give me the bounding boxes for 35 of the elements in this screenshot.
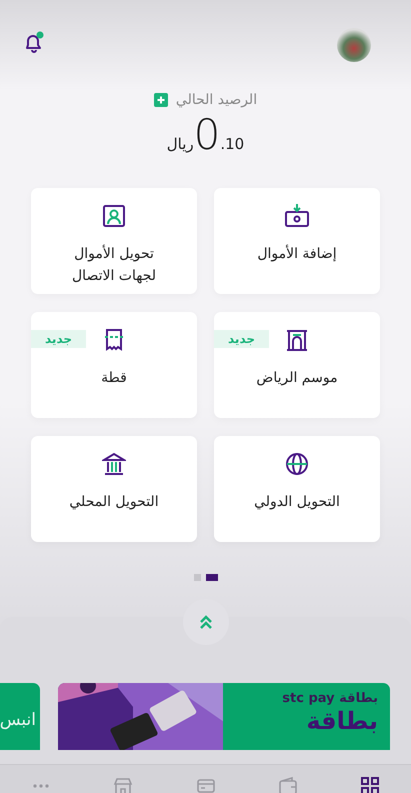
balance-decimals: .10 [220,135,244,153]
service-card[interactable]: جديد قطة [31,312,197,418]
service-label: التحويل المحلي [68,493,160,512]
banner-kicker: بطاقة stc pay [282,691,378,706]
service-card[interactable]: التحويل الدولي [214,436,380,542]
contact-icon [102,204,126,228]
card-icon[interactable] [196,776,216,793]
currency-label: ريال [166,135,194,153]
avatar[interactable] [337,28,371,62]
service-card[interactable]: إضافة الأموال [214,188,380,294]
service-label: التحويل الدولي [253,493,341,512]
bank-icon [102,452,126,476]
new-badge: جديد [214,330,270,348]
plus-icon[interactable] [154,93,168,107]
store-icon[interactable] [113,776,134,793]
promo-banner[interactable]: بطاقة stc pay بطاقة [58,683,390,750]
service-label: إضافة الأموال [256,244,338,264]
cash-icon [284,203,310,229]
balance-label: الرصيد الحالي [176,92,258,108]
banner-headline: بطاقة [306,706,378,736]
banner-headline: انبس [0,709,36,732]
service-card[interactable]: جديد موسم الرياض [214,312,380,418]
gate-icon [285,328,309,352]
service-label: موسم الرياض [255,369,339,388]
service-label: تحويل الأموال لجهات الاتصال [71,244,157,286]
balance-amount: 0 [194,112,220,158]
new-badge: جديد [31,330,86,348]
service-card[interactable]: تحويل الأموال لجهات الاتصال [31,188,197,294]
service-card[interactable]: التحويل المحلي [31,436,197,542]
service-label: قطة [100,369,128,388]
globe-icon [285,452,309,476]
wallet-icon[interactable] [278,776,298,793]
grid-icon[interactable] [360,776,380,793]
receipt-icon [102,328,126,352]
double-chevron-icon [198,614,214,630]
